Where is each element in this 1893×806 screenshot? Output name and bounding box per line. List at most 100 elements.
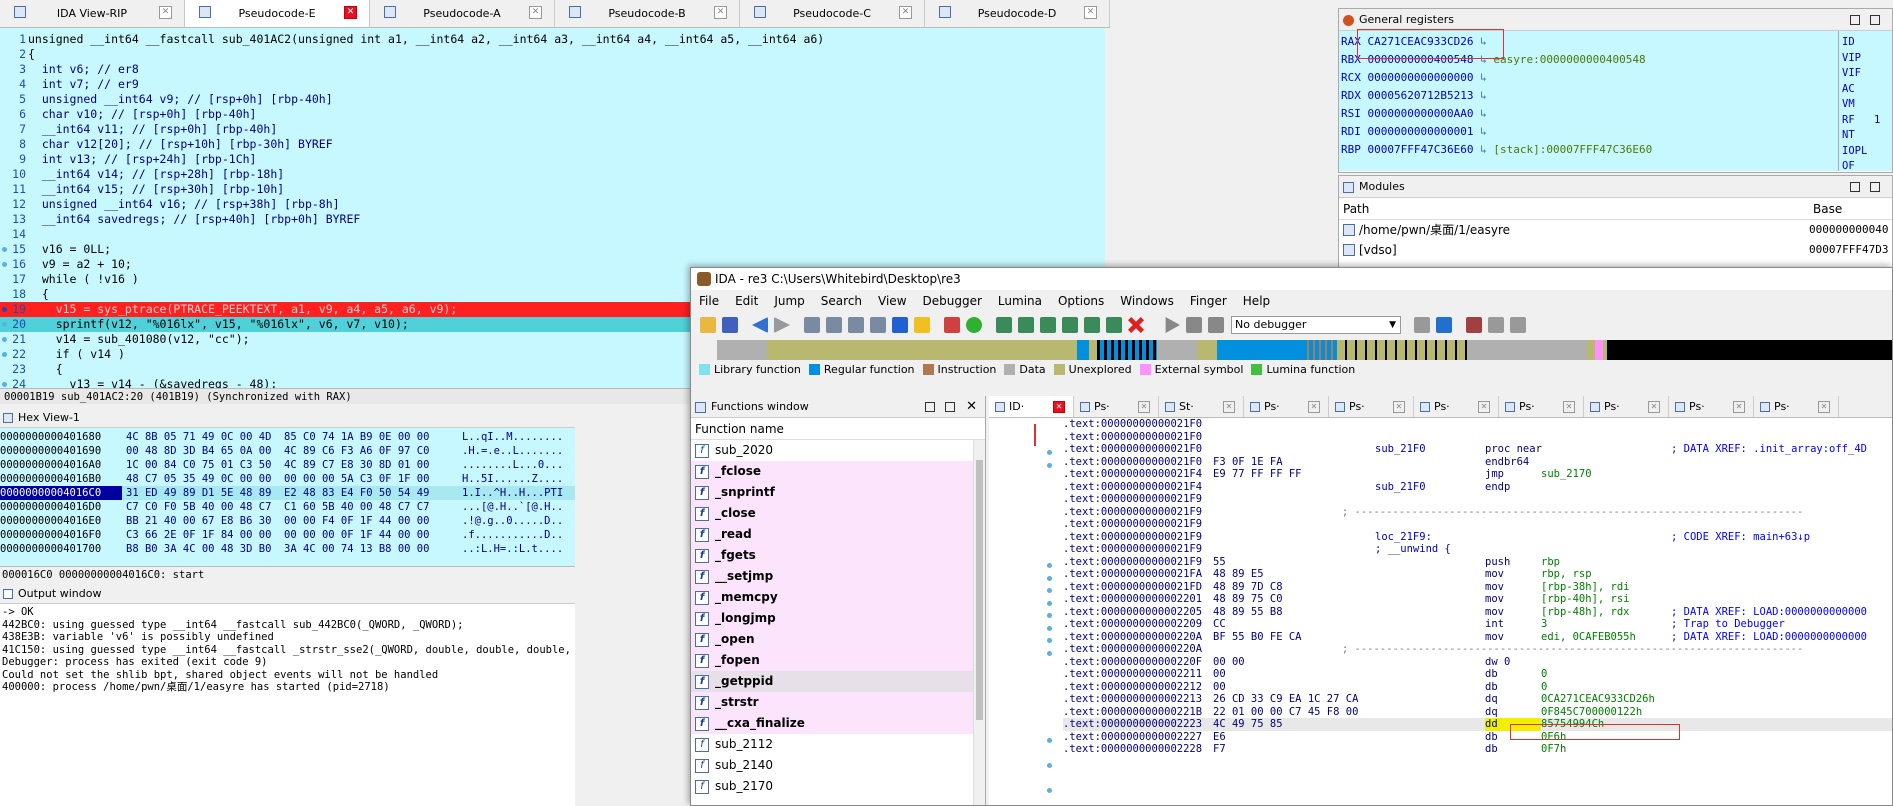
menu-options[interactable]: Options — [1058, 294, 1104, 308]
flag-row[interactable]: VIF — [1842, 66, 1892, 82]
function-item[interactable]: f _longjmp — [691, 608, 974, 629]
struct-icon[interactable] — [1018, 317, 1034, 333]
pause-icon[interactable] — [1186, 317, 1202, 333]
binary-icon[interactable] — [804, 317, 820, 333]
down-arrow-icon[interactable] — [892, 317, 908, 333]
disasm-row[interactable]: .text:00000000000021F9 ; __unwind { — [1063, 543, 1892, 556]
graph-icon[interactable] — [944, 317, 960, 333]
menu-debugger[interactable]: Debugger — [923, 294, 982, 308]
module-row[interactable]: [vdso] 00007FFF47D3 — [1339, 240, 1892, 260]
float-icon[interactable] — [945, 402, 955, 412]
code-line[interactable]: 8 char v12[20]; // [rsp+10h] [rbp-30h] B… — [0, 137, 1105, 152]
disasm-row[interactable]: .text:000000000000220F 00 00 dw 0 — [1063, 656, 1892, 669]
disasm-row[interactable]: .text:00000000000021F0 sub_21F0 proc near;… — [1063, 443, 1892, 456]
disasm-row[interactable]: .text:00000000000021F9 — [1063, 493, 1892, 506]
function-item[interactable]: f _snprintf — [691, 482, 974, 503]
close-icon[interactable]: ✕ — [1084, 6, 1097, 19]
close-icon[interactable]: ✕ — [1733, 400, 1745, 413]
register-row[interactable]: RBP 00007FFF47C36E60 ↳ [stack]:00007FFF4… — [1341, 141, 1838, 159]
flag-row[interactable]: NT — [1842, 128, 1892, 144]
breakpoint-dot[interactable] — [0, 122, 10, 137]
breakpoint-dot[interactable] — [0, 377, 10, 388]
register-value[interactable]: 0000000000000000 — [1361, 71, 1473, 84]
disasm-row[interactable]: .text:00000000000021F0 F3 0F 1E FA endbr64 — [1063, 456, 1892, 469]
register-value[interactable]: 0000000000000AA0 — [1361, 107, 1473, 120]
hex-row[interactable]: 0000000000401680 4C 8B 05 71 49 0C 00 4D … — [0, 430, 575, 444]
float-icon[interactable] — [1870, 182, 1880, 192]
menu-lumina[interactable]: Lumina — [998, 294, 1042, 308]
breakpoint-dot[interactable] — [0, 32, 10, 47]
maximize-icon[interactable] — [1850, 182, 1860, 192]
save-icon[interactable] — [722, 317, 738, 333]
flag-row[interactable]: AC — [1842, 82, 1892, 98]
top-tab[interactable]: Pseudocode-C ✕ — [740, 0, 925, 27]
hex-row[interactable]: 00000000004016C0 31 ED 49 89 D1 5E 48 89 … — [0, 486, 575, 500]
breakpoint-dot[interactable] — [0, 107, 10, 122]
enum-icon[interactable] — [1040, 317, 1056, 333]
breakpoint-dot[interactable] — [0, 272, 10, 287]
top-tab[interactable]: IDA View-RIP ✕ — [0, 0, 185, 27]
view-tab[interactable]: Ps· ✕ — [1329, 396, 1414, 417]
menu-help[interactable]: Help — [1243, 294, 1270, 308]
close-icon[interactable]: ✕ — [1223, 400, 1235, 413]
top-tab[interactable]: Pseudocode-D ✕ — [925, 0, 1110, 27]
close-icon[interactable]: ✕ — [1648, 400, 1660, 413]
view-tab[interactable]: Ps· ✕ — [1754, 396, 1839, 417]
function-item[interactable]: f _fopen — [691, 650, 974, 671]
hex-row[interactable]: 0000000000401700 B8 B0 3A 4C 00 48 3D B0 … — [0, 542, 575, 556]
flag-row[interactable]: VIP — [1842, 51, 1892, 67]
modules-col-path[interactable]: Path — [1339, 198, 1809, 219]
function-item[interactable]: f _open — [691, 629, 974, 650]
code-line[interactable]: 11 __int64 v15; // [rsp+30h] [rbp-10h] — [0, 182, 1105, 197]
disasm-row[interactable]: .text:00000000000021F9 55 push rbp — [1063, 556, 1892, 569]
breakpoint-dot[interactable] — [0, 302, 10, 317]
functions-scrollbar[interactable] — [973, 440, 985, 805]
flag-row[interactable]: OF — [1842, 159, 1892, 172]
navigation-band[interactable] — [717, 340, 1892, 360]
hex-row[interactable]: 00000000004016D0 C7 C0 F0 5B 40 00 48 C7 … — [0, 500, 575, 514]
flag-row[interactable]: VM — [1842, 97, 1892, 113]
maximize-icon[interactable] — [1850, 15, 1860, 25]
float-icon[interactable] — [1870, 15, 1880, 25]
menu-file[interactable]: File — [699, 294, 719, 308]
breakpoint-dot[interactable] — [0, 92, 10, 107]
code-line[interactable]: 6 char v10; // [rsp+0h] [rbp-40h] — [0, 107, 1105, 122]
disasm-row[interactable]: .text:0000000000002201 48 89 75 C0 mov [rbp… — [1063, 593, 1892, 606]
attach-icon[interactable] — [1414, 317, 1430, 333]
top-tab[interactable]: Pseudocode-B ✕ — [555, 0, 740, 27]
disasm-row[interactable]: .text:00000000000021FA 48 89 E5 mov rbp, rs… — [1063, 568, 1892, 581]
function-item[interactable]: f _getppid — [691, 671, 974, 692]
menu-finger[interactable]: Finger — [1190, 294, 1227, 308]
disasm-row[interactable]: .text:00000000000021F0 — [1063, 431, 1892, 444]
jump-arrow-icon[interactable]: ↳ — [1473, 89, 1493, 102]
functions-header[interactable]: Function name — [691, 418, 985, 440]
code-line[interactable]: 3 int v6; // er8 — [0, 62, 1105, 77]
function-item[interactable]: f _memcpy — [691, 587, 974, 608]
disasm-row[interactable]: .text:00000000000021F4 E9 77 FF FF FF jmp s… — [1063, 468, 1892, 481]
code-icon[interactable] — [1062, 317, 1078, 333]
jump-arrow-icon[interactable]: ↳ — [1473, 71, 1493, 84]
register-value[interactable]: 00005620712B5213 — [1361, 89, 1473, 102]
code-line[interactable]: 1 unsigned __int64 __fastcall sub_401AC2(… — [0, 32, 1105, 47]
code-line[interactable]: 13 __int64 savedregs; // [rsp+40h] [rbp+… — [0, 212, 1105, 227]
view-tab[interactable]: ID· ✕ — [989, 396, 1074, 417]
view-tab[interactable]: Ps· ✕ — [1244, 396, 1329, 417]
disasm-row[interactable]: .text:0000000000002211 00 db 0 — [1063, 668, 1892, 681]
code-line[interactable]: 10 __int64 v14; // [rsp+28h] [rbp-18h] — [0, 167, 1105, 182]
breakpoint-dot[interactable] — [0, 62, 10, 77]
view-tab[interactable]: Ps· ✕ — [1414, 396, 1499, 417]
disasm-row[interactable]: .text:00000000000021F9 — [1063, 518, 1892, 531]
close-icon[interactable]: ✕ — [1478, 400, 1490, 413]
view-tab[interactable]: Ps· ✕ — [1584, 396, 1669, 417]
view-tab[interactable]: Ps· ✕ — [1669, 396, 1754, 417]
function-item[interactable]: f sub_2020 — [691, 440, 974, 461]
disasm-row[interactable]: .text:00000000000021F9 loc_21F9: ; CODE XR… — [1063, 531, 1892, 544]
sync-icon[interactable] — [1436, 317, 1452, 333]
breakpoint-dot[interactable] — [0, 152, 10, 167]
jump-arrow-icon[interactable]: ↳ — [1473, 143, 1493, 156]
green-dot-icon[interactable] — [966, 317, 982, 333]
flag-row[interactable]: RF 1 — [1842, 113, 1892, 129]
breakpoint-dot[interactable] — [0, 257, 10, 272]
close-icon[interactable]: ✕ — [899, 6, 912, 19]
grid-icon[interactable] — [1510, 317, 1526, 333]
